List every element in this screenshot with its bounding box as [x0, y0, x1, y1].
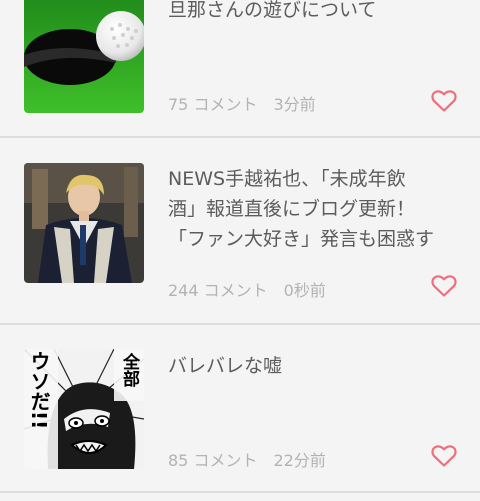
heart-icon[interactable]: [431, 274, 457, 298]
article-item[interactable]: バレバレな嘘 85 コメント 22分前 全部 ウソだ!!: [0, 325, 480, 491]
heart-icon[interactable]: [431, 89, 457, 113]
posted-time: 0秒前: [283, 281, 326, 300]
article-item[interactable]: 旦那さんの遊びについて 75 コメント 3分前: [0, 0, 480, 136]
article-thumbnail[interactable]: [24, 0, 144, 113]
article-item[interactable]: NEWS手越祐也、「未成年飲 酒」報道直後にブログ更新！ 「ファン大好き」発言も…: [0, 138, 480, 323]
article-meta: 244 コメント 0秒前: [168, 277, 326, 301]
posted-time: 3分前: [273, 95, 316, 114]
article-meta: 75 コメント 3分前: [168, 91, 316, 115]
heart-icon[interactable]: [431, 444, 457, 468]
posted-time: 22分前: [273, 451, 326, 470]
comment-count: 244 コメント: [168, 281, 268, 300]
manga-panel-image: [24, 349, 144, 469]
article-title[interactable]: NEWS手越祐也、「未成年飲 酒」報道直後にブログ更新！ 「ファン大好き」発言も…: [168, 164, 458, 254]
article-feed: 旦那さんの遊びについて 75 コメント 3分前 NEWS手越祐也、「未成年飲 酒…: [0, 0, 480, 501]
person-photo-image: [24, 163, 144, 283]
article-thumbnail[interactable]: [24, 349, 144, 469]
comment-count: 85 コメント: [168, 451, 258, 470]
article-thumbnail[interactable]: [24, 163, 144, 283]
article-title[interactable]: バレバレな嘘: [168, 351, 458, 381]
article-title[interactable]: 旦那さんの遊びについて: [168, 0, 458, 25]
divider: [0, 491, 480, 493]
article-meta: 85 コメント 22分前: [168, 447, 326, 471]
comment-count: 75 コメント: [168, 95, 258, 114]
golf-ball-image: [24, 0, 144, 113]
